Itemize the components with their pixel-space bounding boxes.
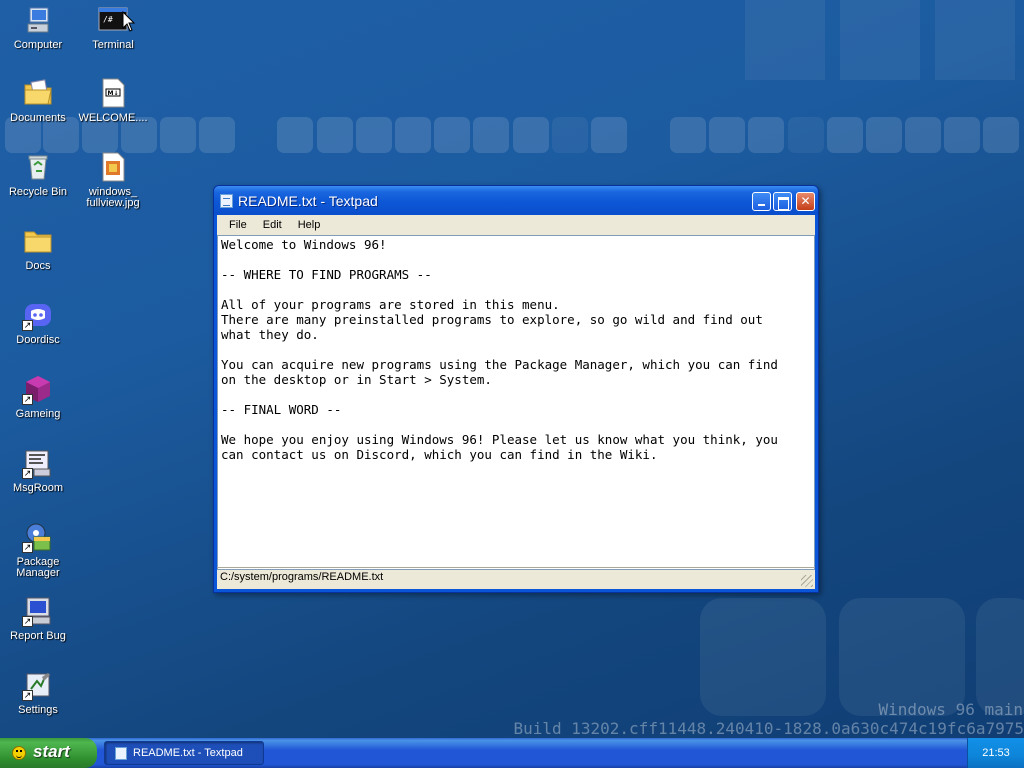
desktop-icon-label: Settings [18,704,58,716]
shortcut-arrow-icon: ↗ [22,468,33,479]
desktop-icon-label: Documents [10,112,66,124]
system-tray: 21:53 [967,738,1024,768]
desktop-icon-label: Recycle Bin [8,186,68,198]
window-titlebar[interactable]: README.txt - Textpad ✕ [214,186,818,215]
msgroom-icon: ↗ [22,447,54,479]
documents-folder-icon [22,77,54,109]
settings-icon: ↗ [22,669,54,701]
resize-grip-icon[interactable] [801,575,813,587]
taskbar-item-textpad[interactable]: README.txt - Textpad [104,741,264,765]
menu-help[interactable]: Help [290,217,329,233]
taskbar: start README.txt - Textpad 21:53 [0,738,1024,768]
desktop-icon-doordisc[interactable]: ↗ Doordisc [2,299,74,346]
desktop-icon-terminal[interactable]: /# Terminal [77,4,149,51]
taskbar-item-label: README.txt - Textpad [133,747,243,759]
build-watermark-line1: Windows 96 main [878,700,1024,719]
desktop-icon-label: Gameing [15,408,61,420]
desktop-icon-gameing[interactable]: ↗ Gameing [2,373,74,420]
desktop-icon-computer[interactable]: Computer [2,4,74,51]
computer-icon [22,4,54,36]
desktop-icon-image[interactable]: windows_ fullview.jpg [77,151,149,209]
desktop-icon-label: windows_ fullview.jpg [86,186,140,209]
smiley-icon [12,746,26,760]
desktop-icon-label: Report Bug [10,630,66,642]
folder-icon [22,225,54,257]
text-editor[interactable]: Welcome to Windows 96! -- WHERE TO FIND … [217,235,815,570]
desktop-icon-recycle-bin[interactable]: Recycle Bin [2,151,74,198]
menu-file[interactable]: File [221,217,255,233]
desktop-icon-msgroom[interactable]: ↗ MsgRoom [2,447,74,494]
desktop-icon-documents[interactable]: Documents [2,77,74,124]
menu-bar: File Edit Help [217,215,815,235]
desktop-icon-docs[interactable]: Docs [2,225,74,272]
shortcut-arrow-icon: ↗ [22,542,33,553]
notepad-icon [115,747,127,760]
report-bug-icon: ↗ [22,595,54,627]
package-manager-icon: ↗ [22,521,54,553]
desktop-icon-label: Doordisc [16,334,60,346]
desktop-icon-label: WELCOME.... [78,112,148,124]
desktop-icon-label: Package Manager [16,556,60,579]
recycle-bin-icon [22,151,54,183]
shortcut-arrow-icon: ↗ [22,320,33,331]
shortcut-arrow-icon: ↗ [22,690,33,701]
desktop-icon-label: MsgRoom [12,482,64,494]
desktop-icon-label: Terminal [92,39,134,51]
start-label: start [33,742,70,761]
desktop-icon-welcome[interactable]: M↓ WELCOME.... [77,77,149,124]
build-watermark-line2: Build 13202.cff11448.240410-1828.0a630c4… [513,719,1024,738]
desktop-icon-package-manager[interactable]: ↗ Package Manager [2,521,74,579]
clock[interactable]: 21:53 [982,747,1010,759]
maximize-button[interactable] [773,192,792,211]
notepad-icon [220,194,233,208]
window-client: File Edit Help Welcome to Windows 96! --… [217,215,815,589]
markdown-file-icon: M↓ [97,77,129,109]
desktop-icon-label: Docs [25,260,51,272]
start-button[interactable]: start [0,738,97,768]
desktop-icon-settings[interactable]: ↗ Settings [2,669,74,716]
svg-text:M↓: M↓ [108,90,119,97]
desktop-icon-label: Computer [13,39,63,51]
gaming-cube-icon: ↗ [22,373,54,405]
minimize-button[interactable] [752,192,771,211]
svg-text:/#: /# [103,15,113,24]
close-button[interactable]: ✕ [796,192,815,211]
image-file-icon [97,151,129,183]
status-file-path: C:/system/programs/README.txt [220,571,384,583]
window-title: README.txt - Textpad [238,193,378,209]
shortcut-arrow-icon: ↗ [22,616,33,627]
shortcut-arrow-icon: ↗ [22,394,33,405]
discord-icon: ↗ [22,299,54,331]
menu-edit[interactable]: Edit [255,217,290,233]
status-bar: C:/system/programs/README.txt [217,567,815,589]
mouse-cursor-icon [122,11,136,32]
textpad-window[interactable]: README.txt - Textpad ✕ File Edit Help We… [213,185,819,593]
desktop-icon-report-bug[interactable]: ↗ Report Bug [2,595,74,642]
